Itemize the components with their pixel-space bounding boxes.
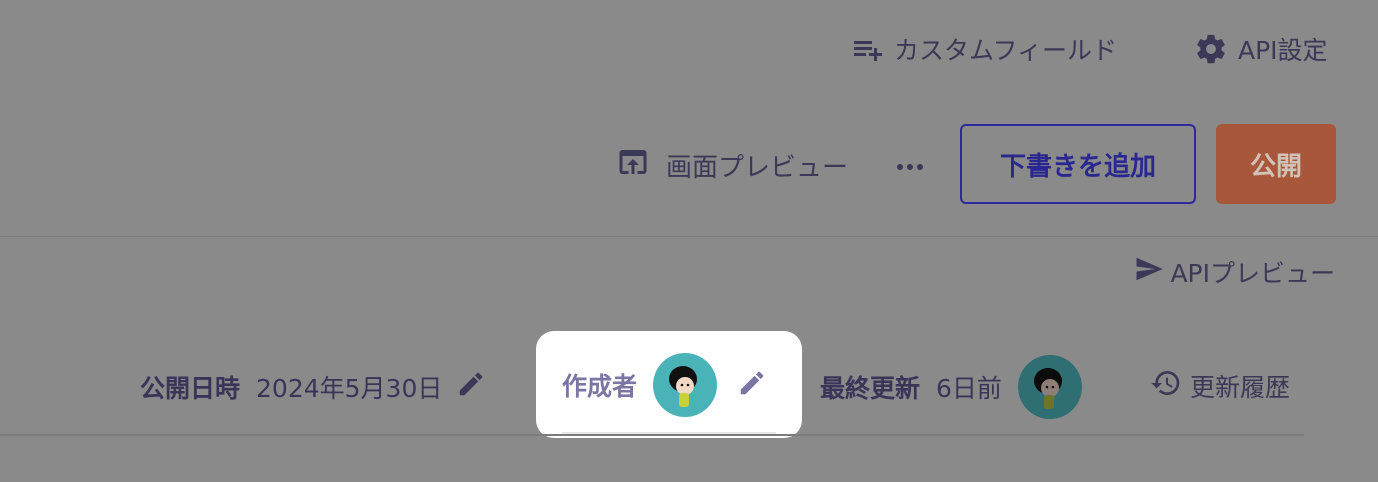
published-date-section: 公開日時 2024年5月30日 bbox=[140, 356, 486, 418]
more-horizontal-icon bbox=[896, 156, 924, 175]
custom-field-label: カスタムフィールド bbox=[894, 36, 1118, 65]
avatar-illustration bbox=[669, 366, 698, 407]
last-updated-value: 6日前 bbox=[936, 374, 1002, 403]
screen-preview-label: 画面プレビュー bbox=[666, 152, 849, 183]
author-avatar[interactable] bbox=[653, 353, 718, 417]
send-icon bbox=[1132, 254, 1166, 290]
add-draft-button[interactable]: 下書きを追加 bbox=[960, 124, 1196, 204]
playlist-add-icon bbox=[852, 35, 884, 63]
history-label: 更新履歴 bbox=[1190, 373, 1291, 402]
api-preview-button[interactable]: APIプレビュー bbox=[1132, 250, 1335, 294]
api-settings-label: API設定 bbox=[1238, 36, 1328, 65]
history-icon bbox=[1150, 367, 1182, 405]
publish-button[interactable]: 公開 bbox=[1216, 124, 1336, 204]
pencil-icon[interactable] bbox=[737, 368, 767, 402]
update-history-button[interactable]: 更新履歴 bbox=[1150, 362, 1290, 410]
meta-divider bbox=[0, 434, 1304, 436]
publish-label: 公開 bbox=[1249, 151, 1302, 182]
open-in-browser-icon bbox=[614, 144, 652, 187]
author-label: 作成者 bbox=[562, 372, 638, 401]
last-updated-label: 最終更新 bbox=[820, 374, 921, 403]
last-updated-section: 最終更新 6日前 bbox=[820, 355, 1082, 419]
custom-field-link[interactable]: カスタムフィールド bbox=[852, 26, 1117, 72]
api-preview-label: APIプレビュー bbox=[1170, 259, 1335, 288]
published-value: 2024年5月30日 bbox=[256, 374, 443, 403]
gear-icon bbox=[1194, 32, 1228, 66]
published-label: 公開日時 bbox=[140, 374, 241, 403]
author-section: 作成者 bbox=[536, 331, 802, 438]
more-button[interactable] bbox=[894, 150, 926, 180]
add-draft-label: 下書きを追加 bbox=[999, 151, 1156, 182]
updater-avatar bbox=[1017, 355, 1082, 419]
screen-preview-button[interactable]: 画面プレビュー bbox=[614, 140, 848, 190]
avatar-illustration bbox=[1033, 368, 1062, 409]
pencil-icon[interactable] bbox=[456, 369, 486, 405]
toolbar-divider bbox=[0, 236, 1378, 237]
author-row: 作成者 bbox=[562, 353, 767, 417]
api-settings-link[interactable]: API設定 bbox=[1194, 26, 1328, 72]
